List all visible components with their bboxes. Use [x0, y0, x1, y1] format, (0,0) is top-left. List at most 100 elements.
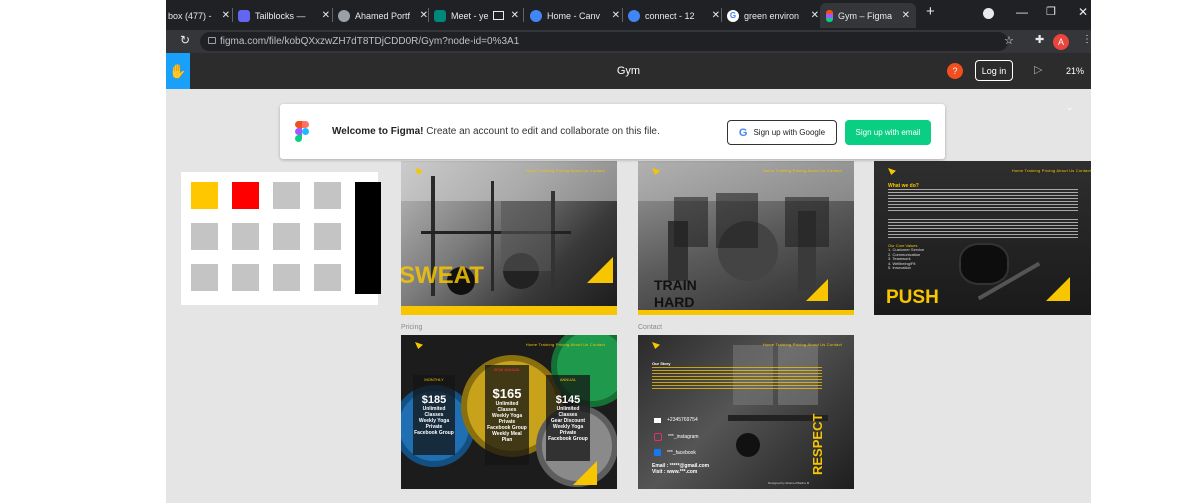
close-icon[interactable]: ✕ [318, 10, 330, 21]
tab-strip: box (477) - ✕ Tailblocks — ✕ Ahamed Port… [166, 0, 1091, 30]
accent-bar [638, 310, 854, 315]
figma-canvas[interactable]: Home Training Pricing About Us Contact S… [166, 89, 1091, 503]
swatch-gray [273, 223, 300, 250]
facebook-text: ***_facebook [667, 449, 696, 456]
reload-icon[interactable]: ↻ [180, 33, 190, 47]
contact-instagram: ***_instagram [654, 433, 699, 441]
sign-up-email-button[interactable]: Sign up with email [845, 120, 931, 145]
swatch-gray [232, 223, 259, 250]
triangle-decoration [1046, 277, 1070, 301]
swatch-yellow [191, 182, 218, 209]
canva-icon [628, 9, 640, 22]
tab-meet[interactable]: Meet - ye ✕ [434, 3, 519, 28]
tab-green-environment[interactable]: G green environ ✕ [727, 3, 819, 28]
close-icon[interactable]: ✕ [708, 10, 720, 21]
frame-pricing[interactable]: Home Training Pricing About Us Contact M… [401, 335, 617, 489]
help-icon[interactable]: ? [947, 63, 963, 79]
close-icon[interactable]: ✕ [507, 10, 519, 21]
swatch-gray [191, 223, 218, 250]
figma-icon [826, 9, 833, 22]
swatch-black [355, 182, 381, 294]
color-palette-frame[interactable] [181, 172, 381, 305]
profile-avatar[interactable]: A [1053, 34, 1069, 50]
sign-up-google-button[interactable]: G Sign up with Google [727, 120, 837, 145]
logo-icon [415, 342, 423, 349]
frame-nav: Home Training Pricing About Us Contact [525, 168, 605, 173]
welcome-body: Create an account to edit and collaborat… [423, 126, 660, 137]
pricing-card-semi-annual[interactable]: SEMI ANNUAL $165 Unlimited Classes Weekl… [485, 365, 529, 465]
meet-icon [434, 9, 446, 22]
close-icon[interactable]: ✕ [218, 10, 230, 21]
accent-bar [401, 306, 617, 315]
sweat-heading: SWEAT [401, 262, 484, 289]
google-button-label: Sign up with Google [753, 128, 826, 137]
tab-gym-figma[interactable]: Gym – Figma ✕ [820, 3, 916, 28]
triangle-decoration [587, 257, 613, 283]
hand-tool-icon[interactable]: ✋ [166, 53, 190, 89]
pricing-card-annual[interactable]: ANNUAL $145 Unlimited Classes Gear Disco… [546, 375, 590, 461]
pricing-card-monthly[interactable]: MONTHLY $185 Unlimited Classes Weekly Yo… [413, 375, 455, 455]
plan-tag: SEMI ANNUAL [493, 367, 521, 372]
address-bar: ↻ figma.com/file/kobQXxzwZH7dT8TDjCDD0R/… [166, 30, 1091, 53]
swatch-gray [314, 223, 341, 250]
minimize-button[interactable]: — [1016, 5, 1028, 19]
login-button[interactable]: Log in [975, 60, 1013, 81]
frame-label-contact: Contact [638, 324, 663, 331]
tab-canva[interactable]: Home - Canv ✕ [530, 3, 620, 28]
close-icon[interactable]: ✕ [807, 10, 819, 21]
tab-separator [523, 8, 524, 22]
text-column [716, 193, 758, 248]
paragraph-text [888, 189, 1078, 213]
story-title: Our Story [652, 361, 671, 366]
window-close-button[interactable]: ✕ [1078, 5, 1088, 19]
facebook-icon [654, 449, 661, 456]
tab-portfolio[interactable]: Ahamed Portf ✕ [338, 3, 428, 28]
phone-text: +2345769754 [667, 417, 698, 423]
tab-separator [232, 8, 233, 22]
push-heading: PUSH [886, 287, 939, 308]
tab-label: green environ [744, 10, 800, 21]
plan-price: $165 [492, 386, 522, 401]
swatch-red [232, 182, 259, 209]
tab-connect[interactable]: connect - 12 ✕ [628, 3, 720, 28]
tab-inbox[interactable]: box (477) - ✕ [166, 3, 230, 28]
tab-label: connect - 12 [645, 10, 695, 21]
swatch-gray [232, 264, 259, 291]
close-icon[interactable]: ✕ [416, 10, 428, 21]
swatch-gray [273, 182, 300, 209]
frame-contact[interactable]: Home Training Pricing About Us Contact O… [638, 335, 854, 489]
tab-label: box (477) - [168, 10, 212, 21]
kebab-menu-icon[interactable]: ⋮ [1082, 34, 1091, 45]
close-icon[interactable]: ✕ [898, 10, 916, 21]
extensions-icon[interactable]: ✚ [1035, 33, 1044, 46]
plan-feature: Facebook Group [414, 430, 454, 436]
frame-nav: Home Training Pricing About Us Contact [762, 342, 842, 347]
close-icon[interactable]: ✕ [608, 10, 620, 21]
frame-train-hard[interactable]: Home Training Pricing About Us Contact T… [638, 161, 854, 315]
new-tab-button[interactable]: + [926, 3, 935, 20]
present-play-icon[interactable]: ▷ [1034, 63, 1042, 76]
plan-feature: Facebook Group [548, 436, 588, 442]
canva-icon [530, 9, 542, 22]
plan-tag: ANNUAL [559, 377, 577, 382]
frame-sweat[interactable]: Home Training Pricing About Us Contact S… [401, 161, 617, 315]
text-column [674, 197, 708, 247]
triangle-decoration [806, 279, 828, 301]
tab-tailblocks[interactable]: Tailblocks — ✕ [238, 3, 330, 28]
frame-nav: Home Training Pricing About Us Contact [762, 168, 842, 173]
gym-photo-shapes [401, 161, 617, 296]
figma-logo-icon [295, 121, 309, 142]
welcome-message: Welcome to Figma! Create an account to e… [332, 104, 660, 159]
contact-website: Visit : www.***.com [652, 469, 698, 475]
instagram-icon [654, 433, 662, 441]
tab-label: Meet - ye [451, 10, 489, 21]
story-paragraph [652, 367, 822, 391]
tab-search-icon[interactable] [983, 8, 994, 19]
bookmark-star-icon[interactable]: ☆ [1004, 34, 1014, 47]
frame-push[interactable]: Home Training Pricing About Us Contact W… [874, 161, 1091, 315]
restore-button[interactable]: ❐ [1046, 5, 1056, 18]
tab-label: Ahamed Portf [355, 10, 411, 21]
figma-toolbar: Gym ✋ ? Log in ▷ 21% ⌄ [166, 53, 1091, 112]
url-field[interactable]: figma.com/file/kobQXxzwZH7dT8TDjCDD0R/Gy… [200, 32, 1008, 51]
tailblocks-icon [238, 9, 250, 22]
